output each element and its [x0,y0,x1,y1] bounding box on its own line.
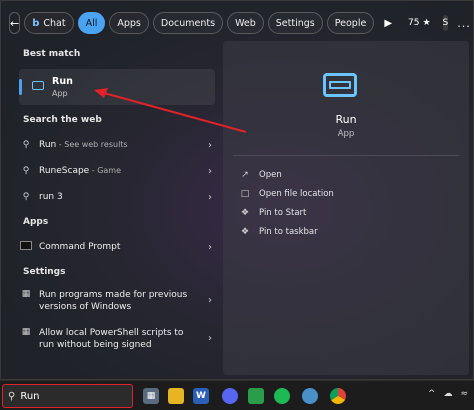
action-pin-to-start[interactable]: ❖ Pin to Start [239,205,306,221]
filter-web[interactable]: Web [227,12,264,34]
run-app-large-icon [323,73,357,97]
preview-pane: Run App ↗ Open □ Open file location ❖ Pi… [223,41,469,375]
store-icon[interactable] [248,388,264,404]
more-options-icon[interactable]: ... [457,17,471,30]
chevron-right-icon[interactable]: › [205,333,215,344]
filter-chat[interactable]: b Chat [24,12,74,34]
filter-people[interactable]: People [326,12,375,34]
spotify-icon[interactable] [274,388,290,404]
pin-icon: ❖ [240,208,250,218]
bing-chat-icon: b [32,17,40,29]
setting-powershell-scripts[interactable]: ▦ Allow local PowerShell scripts to run … [19,327,215,361]
wifi-icon[interactable]: ≈ [460,389,468,399]
best-match-heading: Best match [23,49,81,59]
calculator-icon[interactable]: ▦ [143,388,159,404]
preview-app-kind: App [337,129,355,139]
apps-heading: Apps [23,217,49,227]
search-web-heading: Search the web [23,115,102,125]
taskbar: ⚲ ▦ W ^ ☁ ≈ [0,380,474,410]
web-result-runescape[interactable]: ⚲ RuneScape - Game › [19,161,215,181]
filter-settings[interactable]: Settings [267,12,323,34]
folder-icon: □ [240,189,250,199]
open-icon: ↗ [241,170,249,180]
trophy-icon: ★ [422,18,431,28]
preview-app-name: Run [335,113,357,126]
app-command-prompt[interactable]: Command Prompt › [19,237,215,257]
tray-overflow-icon[interactable]: ^ [428,389,436,399]
filter-apps[interactable]: Apps [109,12,149,34]
filter-all[interactable]: All [77,12,106,34]
search-icon: ⚲ [22,166,30,176]
run-app-icon [32,81,44,90]
divider [233,155,459,156]
taskbar-search-input[interactable] [20,390,121,402]
profile-avatar[interactable]: S [442,15,449,31]
settings-heading: Settings [23,267,66,277]
chevron-right-icon[interactable]: › [205,192,215,203]
file-explorer-icon[interactable] [168,388,184,404]
selection-accent [19,79,22,95]
discord-icon[interactable] [222,388,238,404]
play-icon[interactable]: ▶ [384,18,392,29]
results-list: Best match Run App Search the web ⚲ Run … [9,41,219,371]
best-match-kind: App [52,89,68,98]
filter-documents[interactable]: Documents [152,12,224,34]
best-match-run[interactable]: Run App [19,69,215,105]
action-open-file-location[interactable]: □ Open file location [239,186,334,202]
web-result-run-3[interactable]: ⚲ run 3 › [19,187,215,207]
setting-run-programs[interactable]: ▦ Run programs made for previous version… [19,289,215,323]
action-open[interactable]: ↗ Open [239,167,281,183]
word-icon[interactable]: W [193,388,209,404]
app-icon[interactable] [302,388,318,404]
filter-bar: ← b Chat All Apps Documents Web Settings… [9,11,471,35]
search-icon: ⚲ [22,192,30,202]
compatibility-icon: ▦ [21,289,31,299]
system-tray: ^ ☁ ≈ [428,389,468,399]
search-icon: ⚲ [22,140,30,150]
chrome-icon[interactable] [330,388,346,404]
chevron-right-icon[interactable]: › [205,242,215,253]
best-match-name: Run [52,76,73,87]
cloud-icon[interactable]: ☁ [443,389,452,399]
taskbar-search-box[interactable]: ⚲ [2,384,133,408]
action-pin-to-taskbar[interactable]: ❖ Pin to taskbar [239,224,318,240]
pin-icon: ❖ [240,227,250,237]
start-search-panel: ← b Chat All Apps Documents Web Settings… [0,0,474,380]
chevron-right-icon[interactable]: › [205,295,215,306]
search-icon: ⚲ [8,390,16,402]
back-arrow-icon[interactable]: ← [9,12,21,34]
chevron-right-icon[interactable]: › [205,166,215,177]
command-prompt-icon [20,241,32,250]
web-result-run[interactable]: ⚲ Run - See web results › [19,135,215,155]
developer-settings-icon: ▦ [21,327,31,337]
rewards-points[interactable]: 75 ★ [408,18,431,28]
chevron-right-icon[interactable]: › [205,140,215,151]
